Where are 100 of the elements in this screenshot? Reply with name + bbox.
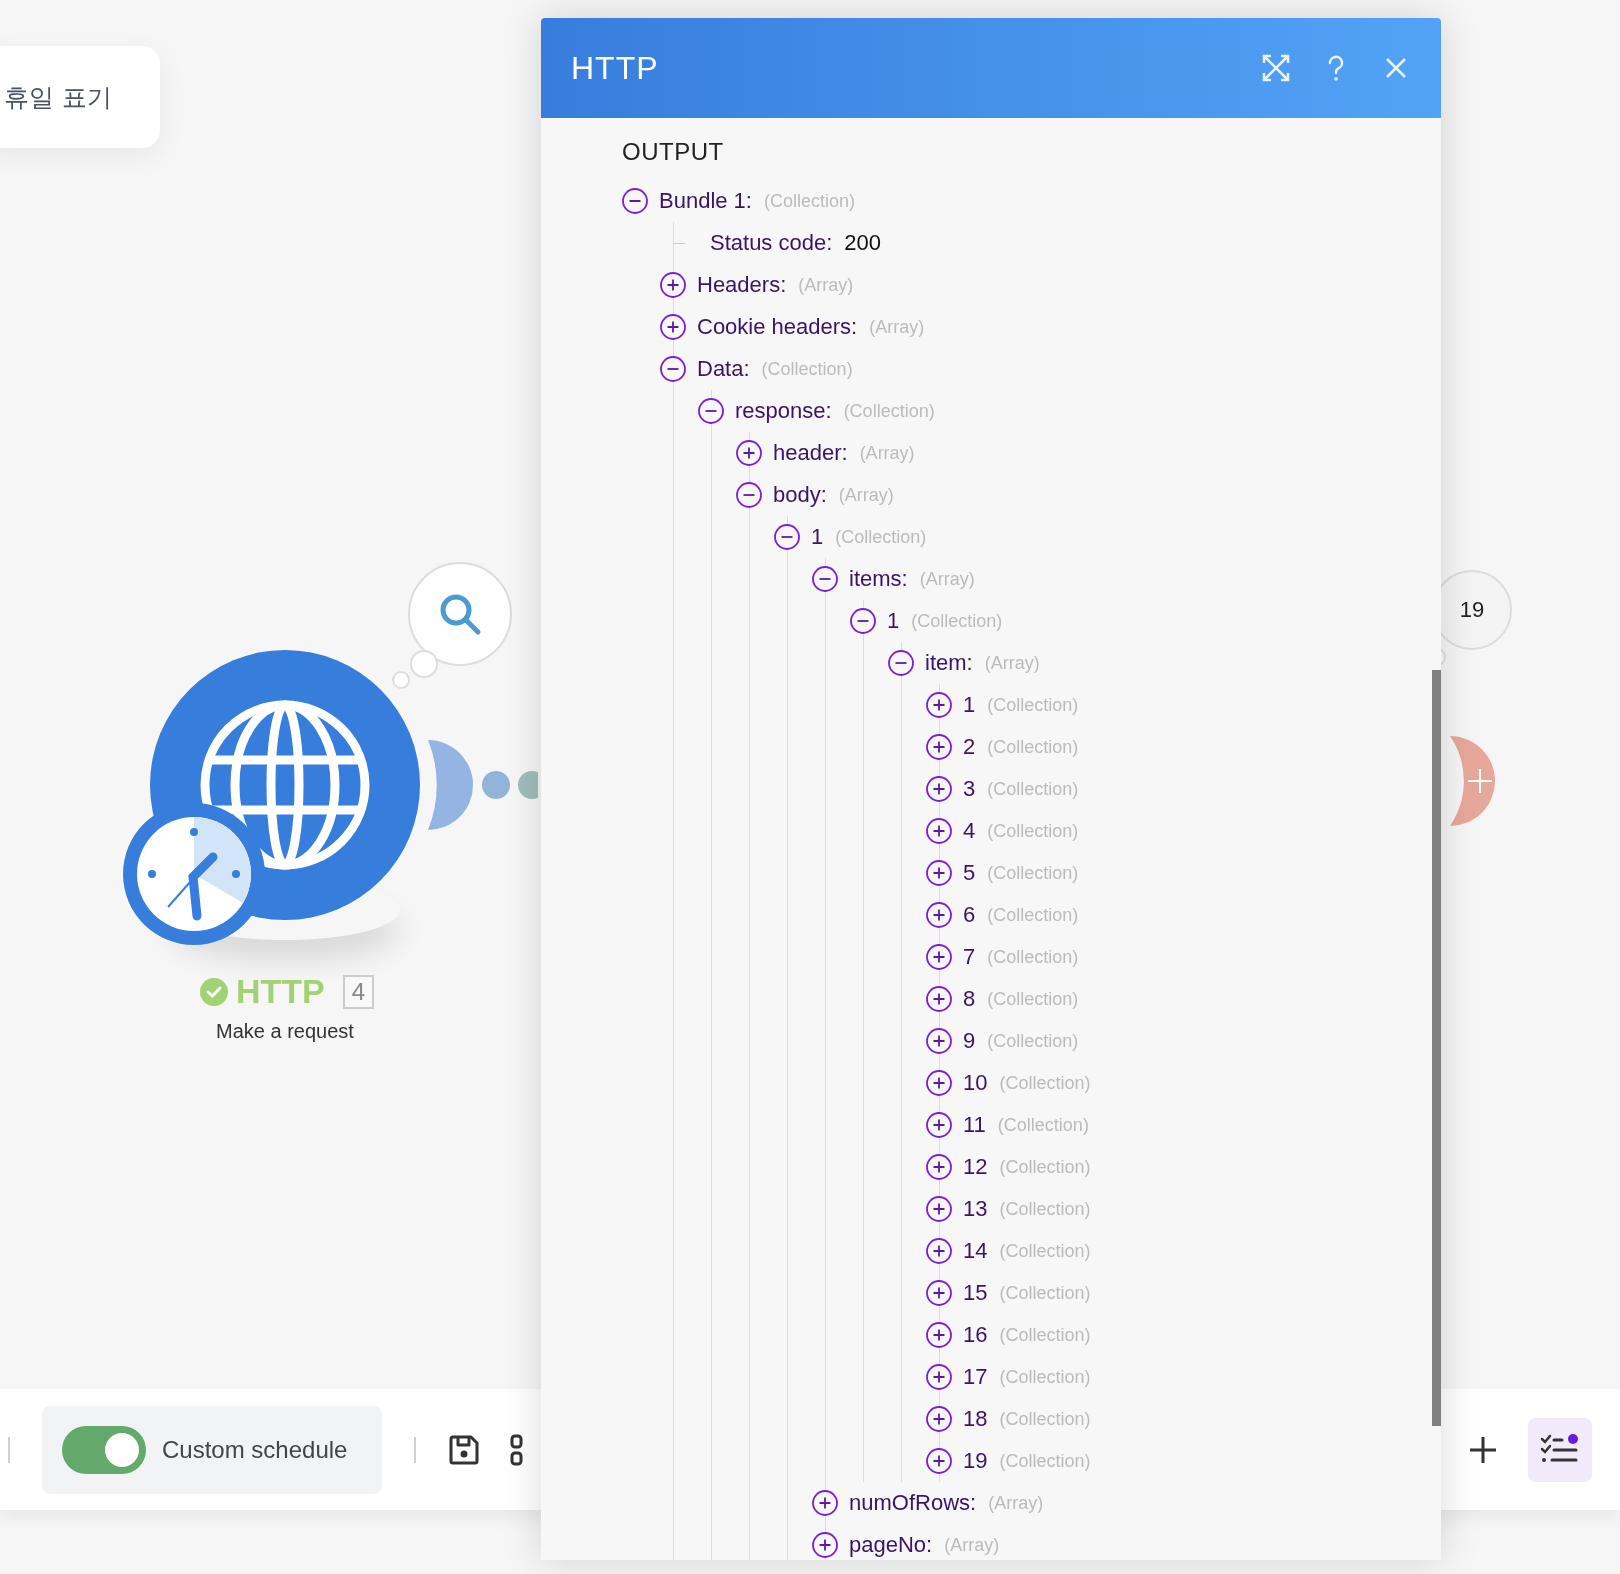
type-label: (Collection) <box>997 1114 1089 1137</box>
expand-icon[interactable] <box>926 692 952 718</box>
field-label: Status code: <box>710 229 833 257</box>
add-icon[interactable] <box>1468 1434 1498 1465</box>
field-label[interactable]: 9 <box>963 1027 976 1055</box>
field-label[interactable]: 14 <box>963 1237 988 1265</box>
type-label: (Collection) <box>987 736 1079 759</box>
expand-icon[interactable] <box>926 734 952 760</box>
field-label[interactable]: 2 <box>963 733 976 761</box>
field-label[interactable]: body: <box>773 481 827 509</box>
expand-icon[interactable] <box>926 776 952 802</box>
field-label[interactable]: response: <box>735 397 832 425</box>
type-label: (Collection) <box>999 1408 1091 1431</box>
checklist-button[interactable] <box>1528 1417 1592 1482</box>
expand-icon[interactable] <box>926 902 952 928</box>
maximize-icon[interactable] <box>1261 53 1291 83</box>
expand-icon[interactable] <box>812 1490 838 1516</box>
collapse-icon[interactable] <box>736 482 762 508</box>
module-title: HTTP <box>236 972 325 1011</box>
type-label: (Collection) <box>987 988 1079 1011</box>
type-label: (Collection) <box>987 694 1079 717</box>
toggle-switch[interactable] <box>62 1425 146 1474</box>
type-label: (Collection) <box>987 1030 1079 1053</box>
field-label[interactable]: 1 <box>963 691 976 719</box>
field-label[interactable]: numOfRows: <box>849 1489 977 1517</box>
type-label: (Collection) <box>987 904 1079 927</box>
collapse-icon[interactable] <box>698 398 724 424</box>
field-label[interactable]: 13 <box>963 1195 988 1223</box>
field-label[interactable]: 4 <box>963 817 976 845</box>
field-label[interactable]: 6 <box>963 901 976 929</box>
search-icon[interactable] <box>438 592 482 636</box>
expand-icon[interactable] <box>812 1532 838 1558</box>
field-label[interactable]: 5 <box>963 859 976 887</box>
type-label: (Collection) <box>987 820 1079 843</box>
expand-icon[interactable] <box>926 1448 952 1474</box>
field-label[interactable]: pageNo: <box>849 1531 933 1559</box>
field-label[interactable]: 11 <box>963 1111 986 1139</box>
expand-icon[interactable] <box>926 1028 952 1054</box>
field-label[interactable]: 12 <box>963 1153 988 1181</box>
expand-icon[interactable] <box>926 1196 952 1222</box>
expand-icon[interactable] <box>926 1154 952 1180</box>
expand-icon[interactable] <box>926 1238 952 1264</box>
field-label[interactable]: Cookie headers: <box>697 313 858 341</box>
collapse-icon[interactable] <box>812 566 838 592</box>
field-label[interactable]: 15 <box>963 1279 988 1307</box>
field-label[interactable]: 10 <box>963 1069 988 1097</box>
field-label[interactable]: 17 <box>963 1363 988 1391</box>
expand-icon[interactable] <box>926 944 952 970</box>
field-label[interactable]: header: <box>773 439 848 467</box>
expand-icon[interactable] <box>926 1112 952 1138</box>
field-label[interactable]: Headers: <box>697 271 787 299</box>
collapse-icon[interactable] <box>774 524 800 550</box>
field-label[interactable]: items: <box>849 565 908 593</box>
type-label: (Collection) <box>999 1282 1091 1305</box>
expand-icon[interactable] <box>926 860 952 886</box>
expand-icon[interactable] <box>926 1322 952 1348</box>
expand-icon[interactable] <box>926 1364 952 1390</box>
field-label[interactable]: 16 <box>963 1321 988 1349</box>
field-label[interactable]: 8 <box>963 985 976 1013</box>
type-label: (Array) <box>859 442 915 465</box>
field-label[interactable]: 18 <box>963 1405 988 1433</box>
collapse-icon[interactable] <box>622 188 648 214</box>
save-icon[interactable] <box>448 1433 480 1466</box>
field-value: 200 <box>844 229 882 257</box>
field-label[interactable]: item: <box>925 649 973 677</box>
type-label: (Collection) <box>835 526 927 549</box>
field-label[interactable]: Bundle 1: <box>659 187 752 215</box>
field-label[interactable]: Data: <box>697 355 750 383</box>
type-label: (Collection) <box>999 1450 1091 1473</box>
type-label: (Collection) <box>999 1324 1091 1347</box>
type-label: (Collection) <box>761 358 853 381</box>
type-label: (Array) <box>984 652 1040 675</box>
field-label[interactable]: 19 <box>963 1447 988 1475</box>
type-label: (Collection) <box>843 400 935 423</box>
field-label[interactable]: 1 <box>887 607 900 635</box>
expand-icon[interactable] <box>926 1070 952 1096</box>
expand-icon[interactable] <box>926 986 952 1012</box>
expand-icon[interactable] <box>926 818 952 844</box>
type-label: (Array) <box>988 1492 1044 1515</box>
field-label[interactable]: 1 <box>811 523 824 551</box>
type-label: (Collection) <box>987 778 1079 801</box>
field-label[interactable]: 3 <box>963 775 976 803</box>
expand-icon[interactable] <box>926 1280 952 1306</box>
expand-icon[interactable] <box>660 272 686 298</box>
collapse-icon[interactable] <box>850 608 876 634</box>
expand-icon[interactable] <box>660 314 686 340</box>
dialog-title: HTTP <box>571 49 659 87</box>
expand-icon[interactable] <box>926 1406 952 1432</box>
scrollbar[interactable] <box>1432 670 1441 1426</box>
type-label: (Collection) <box>987 946 1079 969</box>
collapse-icon[interactable] <box>888 650 914 676</box>
type-label: (Collection) <box>999 1240 1091 1263</box>
type-label: (Collection) <box>763 190 855 213</box>
collapse-icon[interactable] <box>660 356 686 382</box>
expand-icon[interactable] <box>736 440 762 466</box>
module-count: 4 <box>342 974 375 1009</box>
note-text: 휴일 표기 <box>4 81 112 114</box>
field-label[interactable]: 7 <box>963 943 976 971</box>
section-title: OUTPUT <box>622 138 725 167</box>
schedule-toggle[interactable]: Custom schedule <box>42 1405 382 1494</box>
